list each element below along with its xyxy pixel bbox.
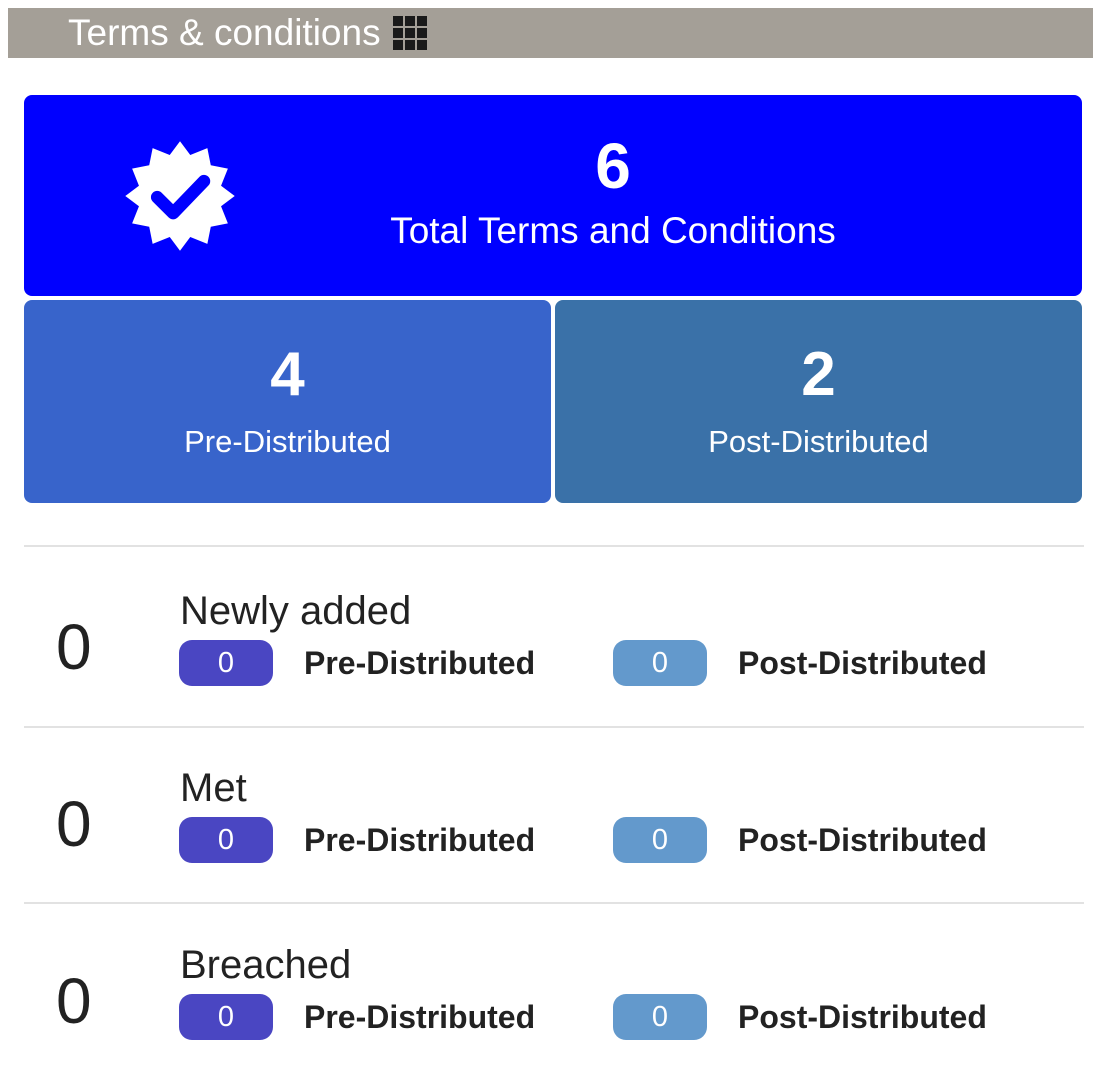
widget-title: Terms & conditions xyxy=(68,12,381,53)
stat-row-newly-added: 0 Newly added 0 Pre-Distributed 0 Post-D… xyxy=(24,586,1084,716)
stat-row-breached: 0 Breached 0 Pre-Distributed 0 Post-Dist… xyxy=(24,940,1084,1070)
stat-count: 0 xyxy=(56,788,92,860)
divider xyxy=(24,726,1084,728)
post-distributed-label: Post-Distributed xyxy=(708,424,929,459)
stat-title: Newly added xyxy=(180,589,412,633)
post-distributed-pill[interactable]: 0 xyxy=(613,994,707,1040)
total-terms-card[interactable]: 6 Total Terms and Conditions xyxy=(24,95,1082,296)
pre-distributed-pill[interactable]: 0 xyxy=(179,640,273,686)
grid-icon[interactable] xyxy=(392,16,427,50)
post-distributed-pill-label: Post-Distributed xyxy=(738,999,987,1035)
stat-title: Met xyxy=(180,766,247,810)
pre-distributed-pill[interactable]: 0 xyxy=(179,994,273,1040)
stat-count: 0 xyxy=(56,965,92,1037)
pre-distributed-label: Pre-Distributed xyxy=(184,424,391,459)
post-distributed-card[interactable]: 2 Post-Distributed xyxy=(555,300,1082,503)
pre-distributed-count: 4 xyxy=(270,340,305,409)
post-distributed-count: 2 xyxy=(801,340,836,409)
total-terms-count: 6 xyxy=(595,130,631,202)
divider xyxy=(24,902,1084,904)
stat-count: 0 xyxy=(56,611,92,683)
post-distributed-pill[interactable]: 0 xyxy=(613,817,707,863)
pre-distributed-pill-label: Pre-Distributed xyxy=(304,822,536,858)
post-distributed-pill-label: Post-Distributed xyxy=(738,645,987,681)
total-terms-label: Total Terms and Conditions xyxy=(390,210,836,251)
widget-header: Terms & conditions xyxy=(8,8,1093,58)
post-distributed-pill[interactable]: 0 xyxy=(613,640,707,686)
post-distributed-pill-label: Post-Distributed xyxy=(738,822,987,858)
stat-title: Breached xyxy=(180,943,352,987)
divider xyxy=(24,545,1084,547)
pre-distributed-pill-label: Pre-Distributed xyxy=(304,645,536,681)
pre-distributed-pill-label: Pre-Distributed xyxy=(304,999,536,1035)
stat-row-met: 0 Met 0 Pre-Distributed 0 Post-Distribut… xyxy=(24,763,1084,893)
pre-distributed-card[interactable]: 4 Pre-Distributed xyxy=(24,300,551,503)
pre-distributed-pill[interactable]: 0 xyxy=(179,817,273,863)
